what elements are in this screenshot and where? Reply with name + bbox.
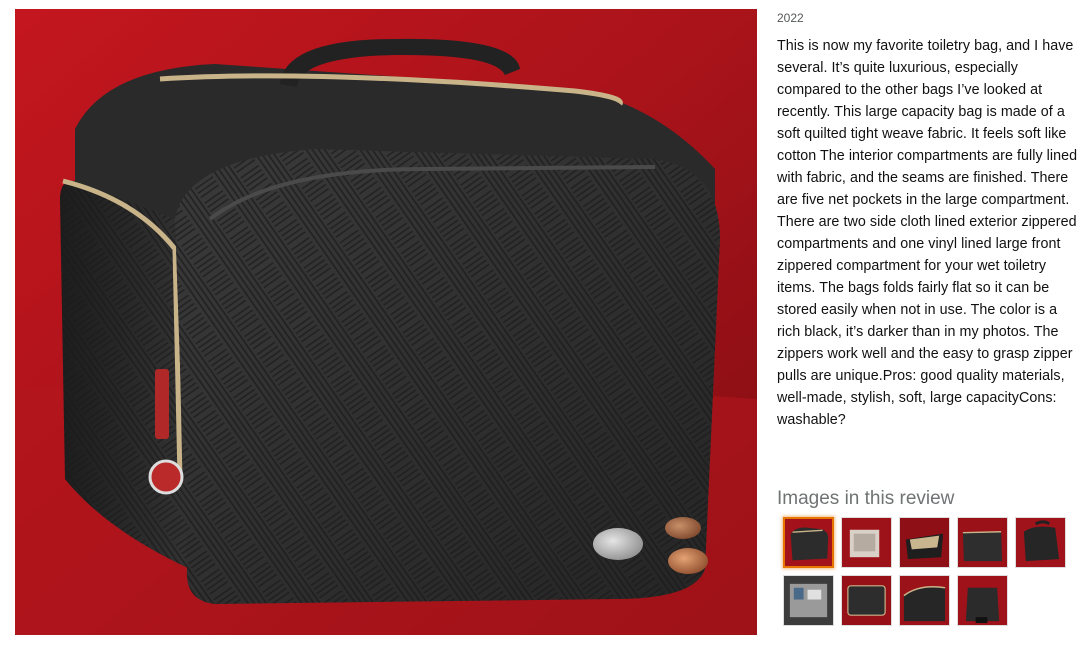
main-review-photo[interactable] <box>15 9 757 635</box>
thumbnail-9[interactable] <box>957 575 1008 626</box>
review-date: 2022 <box>777 11 804 25</box>
thumbnail-8[interactable] <box>899 575 950 626</box>
bag-open-thumbnail-image <box>900 518 949 567</box>
thumbnail-5[interactable] <box>1015 517 1066 568</box>
images-in-review-heading: Images in this review <box>777 488 955 509</box>
bag-side-thumbnail-image <box>1016 518 1065 567</box>
bag-interior-thumbnail-image <box>842 518 891 567</box>
toiletry-bag-photo <box>15 9 757 635</box>
bag-angle-thumbnail-image <box>958 518 1007 567</box>
thumbnail-6[interactable] <box>783 575 834 626</box>
review-panel: 2022 This is now my favorite toiletry ba… <box>777 0 1083 649</box>
review-body: This is now my favorite toiletry bag, an… <box>777 38 1078 428</box>
bag-flat-thumbnail-image <box>842 576 891 625</box>
bag-zipper-thumbnail-image <box>900 576 949 625</box>
thumbnail-3[interactable] <box>899 517 950 568</box>
bag-thumbnail-image <box>785 519 832 566</box>
bag-contents-thumbnail-image <box>784 576 833 625</box>
left-margin <box>0 0 15 649</box>
thumbnail-2[interactable] <box>841 517 892 568</box>
bag-back-thumbnail-image <box>958 576 1007 625</box>
thumbnail-1[interactable] <box>783 517 834 568</box>
thumbnail-4[interactable] <box>957 517 1008 568</box>
thumbnail-7[interactable] <box>841 575 892 626</box>
